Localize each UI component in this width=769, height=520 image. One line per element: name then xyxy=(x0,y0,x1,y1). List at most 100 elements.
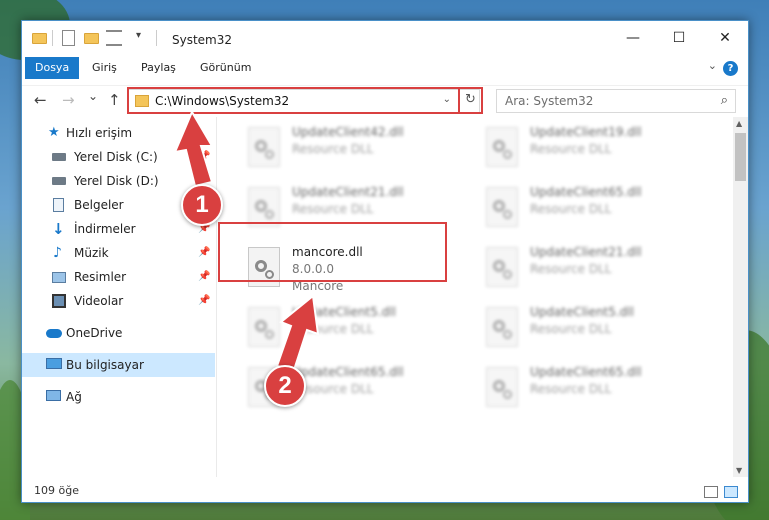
sidebar-item-music[interactable]: ♪ Müzik 📌 xyxy=(22,241,215,265)
file-description: Resource DLL xyxy=(530,322,612,336)
dll-file-icon xyxy=(486,307,518,347)
annotation-highlight-refresh xyxy=(458,87,483,114)
file-description: Resource DLL xyxy=(292,142,374,156)
pin-icon[interactable]: 📌 xyxy=(198,289,210,313)
file-name: UpdateClient19.dll xyxy=(530,125,642,139)
pin-icon[interactable]: 📌 xyxy=(198,265,210,289)
dll-file-icon xyxy=(248,127,280,167)
sidebar-item-pictures[interactable]: Resimler 📌 xyxy=(22,265,215,289)
file-description: Resource DLL xyxy=(530,202,612,216)
list-item[interactable]: UpdateClient21.dll Resource DLL xyxy=(478,243,703,291)
up-button[interactable]: ↑ xyxy=(108,91,121,109)
dll-file-icon xyxy=(486,127,518,167)
item-count: 109 öğe xyxy=(34,484,79,497)
scroll-up-icon[interactable]: ▲ xyxy=(736,119,742,128)
sidebar-item-quick-access[interactable]: ★ Hızlı erişim xyxy=(22,121,215,145)
navigation-pane: ★ Hızlı erişim Yerel Disk (C:) 📌 Yerel D… xyxy=(22,117,217,477)
sidebar-item-label: Müzik xyxy=(74,246,109,260)
sidebar-item-label: Belgeler xyxy=(74,198,124,212)
tab-paylas[interactable]: Paylaş xyxy=(133,57,184,79)
star-icon: ★ xyxy=(48,125,60,140)
dll-file-icon xyxy=(486,247,518,287)
list-item[interactable]: UpdateClient65.dll Resource DLL xyxy=(478,363,703,411)
annotation-highlight-address xyxy=(127,87,483,114)
file-name: UpdateClient21.dll xyxy=(292,185,404,199)
forward-button[interactable]: → xyxy=(62,91,75,109)
network-icon xyxy=(46,390,61,401)
sidebar-item-this-pc[interactable]: Bu bilgisayar xyxy=(22,353,215,377)
file-name: UpdateClient21.dll xyxy=(530,245,642,259)
close-button[interactable]: ✕ xyxy=(702,21,748,55)
cloud-icon xyxy=(46,329,62,338)
title-bar: ▾ System32 — ☐ ✕ xyxy=(22,21,748,55)
file-name: UpdateClient65.dll xyxy=(530,365,642,379)
list-item[interactable]: UpdateClient42.dll Resource DLL xyxy=(240,123,465,171)
drive-icon xyxy=(52,153,66,161)
download-icon: ↓ xyxy=(52,220,65,238)
file-description: Resource DLL xyxy=(530,382,612,396)
sidebar-item-label: Ağ xyxy=(66,390,82,404)
customize-icon[interactable] xyxy=(106,30,122,46)
sidebar-item-videos[interactable]: Videolar 📌 xyxy=(22,289,215,313)
music-icon: ♪ xyxy=(53,245,62,261)
navigation-bar: ← → ⌄ ↑ C:\Windows\System32 ⌄ ↻ Ara: Sys… xyxy=(22,85,748,115)
tiles-view-icon[interactable] xyxy=(724,486,738,498)
list-item[interactable]: UpdateClient19.dll Resource DLL xyxy=(478,123,703,171)
scroll-down-icon[interactable]: ▼ xyxy=(736,466,742,475)
status-bar: 109 öğe xyxy=(22,481,748,503)
file-name: UpdateClient65.dll xyxy=(292,365,404,379)
sidebar-item-label: Resimler xyxy=(74,270,127,284)
sidebar-item-disk-c[interactable]: Yerel Disk (C:) 📌 xyxy=(22,145,215,169)
details-view-icon[interactable] xyxy=(704,486,718,498)
maximize-button[interactable]: ☐ xyxy=(656,21,702,55)
tab-dosya[interactable]: Dosya xyxy=(25,57,80,79)
dll-file-icon xyxy=(248,307,280,347)
back-button[interactable]: ← xyxy=(34,91,47,109)
file-list: UpdateClient42.dll Resource DLL UpdateCl… xyxy=(218,117,733,477)
list-item[interactable]: UpdateClient5.dll Resource DLL xyxy=(478,303,703,351)
recent-locations-button[interactable]: ⌄ xyxy=(88,89,98,103)
annotation-highlight-file xyxy=(218,222,447,282)
sidebar-item-label: OneDrive xyxy=(66,326,123,340)
sidebar-item-label: Yerel Disk (D:) xyxy=(74,174,159,188)
step-badge-2: 2 xyxy=(264,365,306,407)
tab-gorunum[interactable]: Görünüm xyxy=(192,57,259,79)
separator xyxy=(52,30,53,46)
sidebar-item-network[interactable]: Ağ xyxy=(22,385,215,409)
help-icon[interactable]: ? xyxy=(723,61,738,76)
file-description: Resource DLL xyxy=(292,202,374,216)
file-name: UpdateClient42.dll xyxy=(292,125,404,139)
sidebar-item-label: Videolar xyxy=(74,294,124,308)
dll-file-icon xyxy=(248,187,280,227)
sidebar-item-label: Hızlı erişim xyxy=(66,126,133,140)
sidebar-item-label: İndirmeler xyxy=(74,222,136,236)
dll-file-icon xyxy=(486,367,518,407)
drive-icon xyxy=(52,177,66,185)
pictures-icon xyxy=(52,272,66,283)
separator xyxy=(156,30,157,46)
scroll-thumb[interactable] xyxy=(735,133,746,181)
pin-icon[interactable]: 📌 xyxy=(198,145,210,169)
chevron-down-icon[interactable]: ▾ xyxy=(136,30,141,46)
list-item[interactable]: UpdateClient5.dll Resource DLL xyxy=(240,303,465,351)
tab-giris[interactable]: Giriş xyxy=(84,57,125,79)
step-badge-1: 1 xyxy=(181,184,223,226)
file-description: Resource DLL xyxy=(292,322,374,336)
computer-icon xyxy=(46,358,62,369)
sidebar-item-onedrive[interactable]: OneDrive xyxy=(22,321,215,345)
properties-icon[interactable] xyxy=(62,30,75,46)
sidebar-item-downloads[interactable]: ↓ İndirmeler 📌 xyxy=(22,217,215,241)
vertical-scrollbar[interactable]: ▲ ▼ xyxy=(733,117,748,477)
search-icon[interactable]: ⌕ xyxy=(721,93,728,108)
search-placeholder: Ara: System32 xyxy=(505,94,594,108)
list-item[interactable]: UpdateClient65.dll Resource DLL xyxy=(478,183,703,231)
file-description: Resource DLL xyxy=(530,142,612,156)
sidebar-item-label: Bu bilgisayar xyxy=(66,358,144,372)
ribbon-tabs: Dosya Giriş Paylaş Görünüm xyxy=(22,55,748,79)
file-name: UpdateClient5.dll xyxy=(292,305,396,319)
search-input[interactable]: Ara: System32 ⌕ xyxy=(496,89,736,113)
pin-icon[interactable]: 📌 xyxy=(198,241,210,265)
documents-icon xyxy=(53,198,64,212)
chevron-down-icon[interactable]: ⌄ xyxy=(708,59,717,72)
minimize-button[interactable]: — xyxy=(610,21,656,55)
